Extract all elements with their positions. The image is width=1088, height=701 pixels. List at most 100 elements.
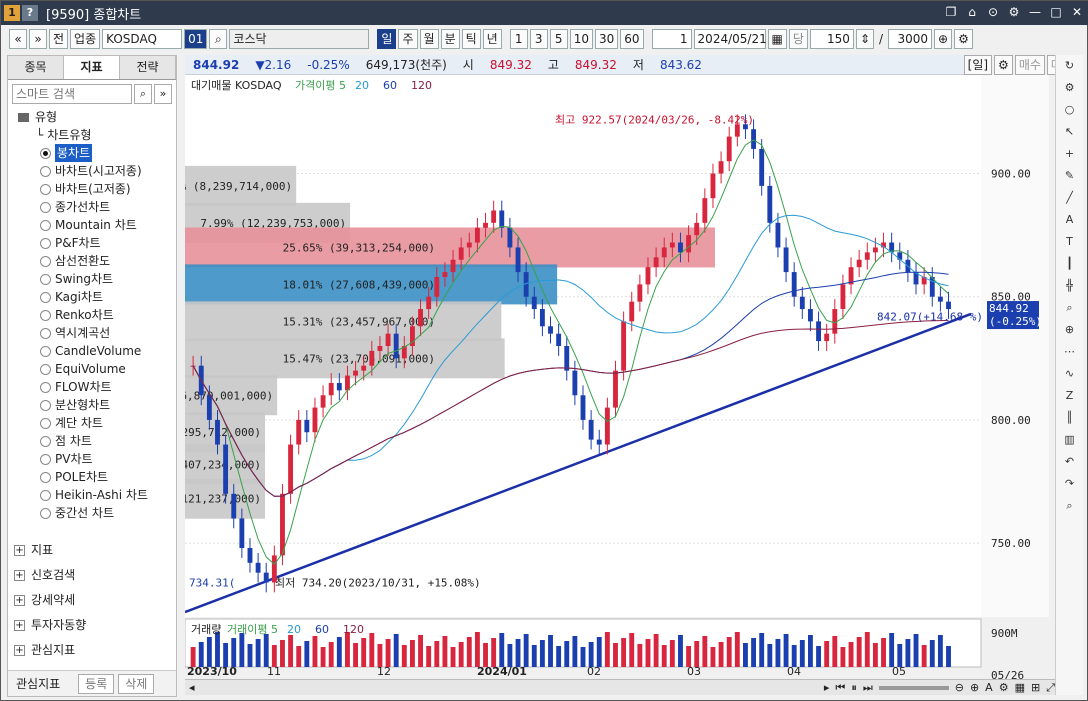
- auto-icon[interactable]: A: [1058, 209, 1082, 231]
- buy-button[interactable]: 매수: [1014, 55, 1045, 75]
- radio-icon[interactable]: [40, 255, 51, 267]
- bars-icon[interactable]: ║: [1058, 407, 1082, 429]
- pen-icon[interactable]: ✎: [1058, 165, 1082, 187]
- chart-type-item[interactable]: Heikin-Ashi 차트: [40, 486, 176, 504]
- period-week[interactable]: 주: [398, 29, 418, 49]
- text-size-icon[interactable]: A: [985, 681, 993, 694]
- chart-type-item[interactable]: Kagi차트: [40, 288, 176, 306]
- z-icon[interactable]: Z: [1058, 385, 1082, 407]
- search-tool-icon[interactable]: ⌕: [1058, 297, 1082, 319]
- refresh-icon[interactable]: ↻: [1058, 55, 1082, 77]
- group-signal-search[interactable]: + 신호검색: [14, 563, 174, 588]
- radio-icon[interactable]: [40, 291, 51, 303]
- group-favorite-indicator[interactable]: + 관심지표: [14, 638, 174, 663]
- ruler-icon[interactable]: ⋯: [1058, 341, 1082, 363]
- scroll-left-icon[interactable]: ◂: [189, 681, 195, 694]
- radio-icon[interactable]: [40, 399, 51, 411]
- smart-search-input[interactable]: [12, 84, 132, 104]
- grid-icon[interactable]: ╬: [1058, 275, 1082, 297]
- group-indicator[interactable]: + 지표: [14, 538, 174, 563]
- radio-icon[interactable]: [40, 183, 51, 195]
- radio-icon[interactable]: [40, 309, 51, 321]
- settings-icon[interactable]: ⚙: [999, 681, 1009, 694]
- magnifier-icon[interactable]: ⌕: [1058, 495, 1082, 517]
- chart-settings-icon[interactable]: ⚙: [994, 55, 1013, 75]
- max-bars-input[interactable]: 3000: [888, 29, 933, 49]
- radio-icon[interactable]: [40, 345, 51, 357]
- gear-icon[interactable]: ⚙: [1058, 77, 1082, 99]
- crosshair-icon[interactable]: +: [1058, 143, 1082, 165]
- code-chip[interactable]: 01: [184, 29, 208, 49]
- radio-icon[interactable]: [40, 381, 51, 393]
- chart-type-item[interactable]: 바차트(시고저종): [40, 162, 176, 180]
- tab-stock[interactable]: 종목: [8, 56, 64, 79]
- radio-icon[interactable]: [40, 453, 51, 465]
- chart-type-item[interactable]: 삼선전환도: [40, 252, 176, 270]
- radio-icon[interactable]: [40, 201, 51, 213]
- today-button[interactable]: 당: [788, 29, 808, 49]
- candle-icon[interactable]: ┃: [1058, 253, 1082, 275]
- config-icon[interactable]: ⚙: [954, 29, 973, 49]
- chart-type-item[interactable]: 분산형차트: [40, 396, 176, 414]
- last-icon[interactable]: ⏭: [863, 681, 873, 695]
- camera-icon[interactable]: ⊙: [985, 4, 1001, 20]
- group-bull-bear[interactable]: + 강세약세: [14, 588, 174, 613]
- search-icon[interactable]: ⌕: [209, 29, 228, 49]
- settings-icon[interactable]: ⚙: [1006, 4, 1022, 20]
- bars-stepper[interactable]: ⇕: [855, 29, 874, 49]
- interval-1[interactable]: 1: [509, 29, 528, 49]
- home-icon[interactable]: ⌂: [964, 4, 980, 20]
- interval-60[interactable]: 60: [620, 29, 644, 49]
- zoom-out-icon[interactable]: ⊖: [955, 681, 964, 694]
- chart-type-item[interactable]: Swing차트: [40, 270, 176, 288]
- chart-type-item[interactable]: P&F차트: [40, 234, 176, 252]
- chart-area[interactable]: 750.00800.00850.00900.005.38% (8,239,714…: [185, 75, 1049, 679]
- line-tool-icon[interactable]: ╱: [1058, 187, 1082, 209]
- period-minute[interactable]: 분: [440, 29, 460, 49]
- help-icon[interactable]: ?: [22, 5, 38, 21]
- radio-icon[interactable]: [40, 489, 51, 501]
- scroll-right-icon[interactable]: ▸: [824, 681, 830, 694]
- interval-3[interactable]: 3: [529, 29, 548, 49]
- period-day[interactable]: 일: [377, 29, 397, 49]
- interval-5[interactable]: 5: [549, 29, 568, 49]
- tab-strategy[interactable]: 전략: [120, 56, 176, 79]
- price-chart[interactable]: 750.00800.00850.00900.005.38% (8,239,714…: [185, 75, 1049, 679]
- zoom-in-icon[interactable]: ⊕: [970, 681, 979, 694]
- radio-icon[interactable]: [40, 237, 51, 249]
- code-input[interactable]: KOSDAQ: [102, 29, 183, 49]
- bars-input[interactable]: 150: [809, 29, 854, 49]
- register-button[interactable]: 등록: [78, 673, 115, 694]
- chart-type-item[interactable]: 중간선 차트: [40, 504, 176, 522]
- radio-icon[interactable]: [40, 165, 51, 177]
- expand-icon[interactable]: »: [154, 84, 172, 104]
- all-button[interactable]: 전: [49, 29, 69, 49]
- radio-icon[interactable]: [40, 435, 51, 447]
- fullscreen-icon[interactable]: ⤢: [1046, 681, 1055, 695]
- radio-icon[interactable]: [40, 327, 51, 339]
- maximize-button[interactable]: □: [1048, 4, 1064, 20]
- circle-tool-icon[interactable]: ○: [1058, 99, 1082, 121]
- chart-type-item[interactable]: 역시계곡선: [40, 324, 176, 342]
- interval-10[interactable]: 10: [569, 29, 593, 49]
- link-icon[interactable]: ❐: [943, 4, 959, 20]
- tab-indicator[interactable]: 지표: [64, 56, 120, 79]
- period-indicator[interactable]: [일]: [963, 55, 993, 75]
- radio-icon[interactable]: [40, 147, 51, 159]
- tree-root[interactable]: 유형: [18, 108, 176, 126]
- redo-icon[interactable]: ↷: [1058, 473, 1082, 495]
- first-icon[interactable]: ⏮: [835, 681, 845, 695]
- pointer-icon[interactable]: ↖: [1058, 121, 1082, 143]
- sector-button[interactable]: 업종: [70, 29, 101, 49]
- zoom-slider[interactable]: [878, 685, 949, 690]
- zoom-icon[interactable]: ⊕: [934, 29, 953, 49]
- chart-type-item[interactable]: 계단 차트: [40, 414, 176, 432]
- period-month[interactable]: 월: [419, 29, 439, 49]
- pause-icon[interactable]: ⏸: [851, 681, 857, 695]
- chart-type-item[interactable]: 점 차트: [40, 432, 176, 450]
- chart-type-item[interactable]: Renko차트: [40, 306, 176, 324]
- columns-icon[interactable]: ▥: [1058, 429, 1082, 451]
- undo-icon[interactable]: ↶: [1058, 451, 1082, 473]
- group-investor-trend[interactable]: + 투자자동향: [14, 613, 174, 638]
- chart-type-item[interactable]: 종가선차트: [40, 198, 176, 216]
